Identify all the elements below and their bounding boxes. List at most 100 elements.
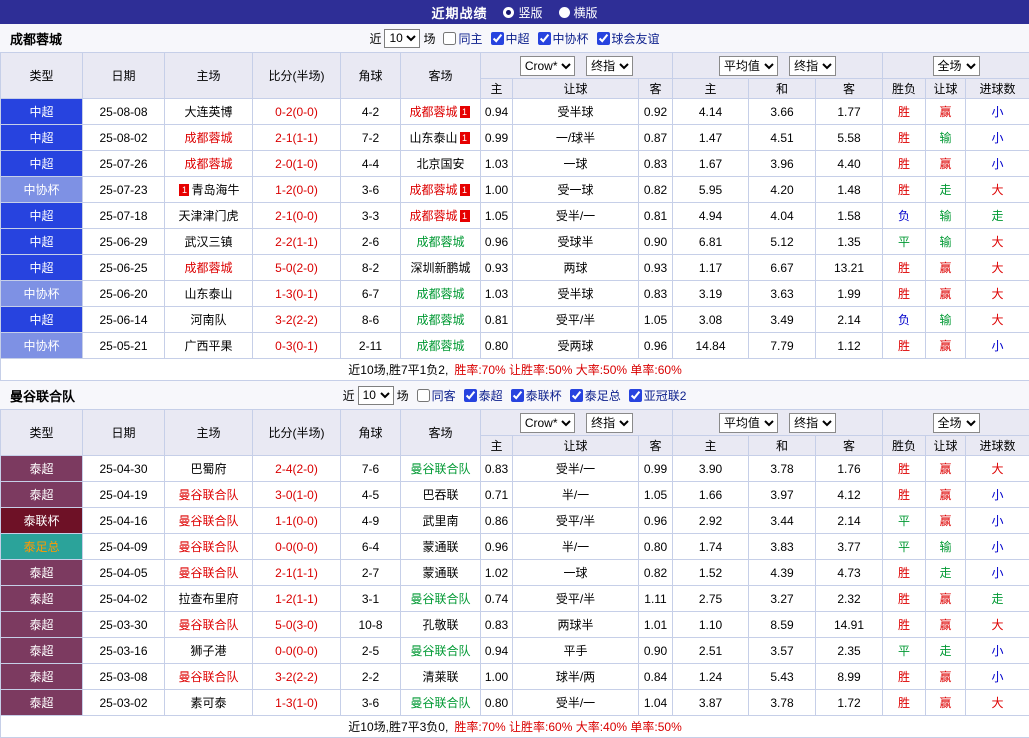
average-time-select[interactable]: 终指	[789, 413, 836, 433]
team-name[interactable]: 成都蓉城	[409, 105, 457, 119]
layout-option-vertical[interactable]: 竖版	[503, 4, 542, 21]
team-name[interactable]: 成都蓉城	[184, 157, 232, 171]
filter-checkbox[interactable]: 中超	[491, 30, 530, 47]
filter-checkbox[interactable]: 泰联杯	[511, 387, 562, 404]
team-name[interactable]: 成都蓉城	[416, 339, 464, 353]
match-date: 25-06-14	[83, 307, 165, 333]
column-header: 客场	[401, 410, 481, 456]
corners: 2-7	[341, 560, 401, 586]
team-name[interactable]: 成都蓉城	[416, 287, 464, 301]
average-select[interactable]: 平均值	[719, 56, 778, 76]
filter-checkbox-input[interactable]	[491, 32, 504, 45]
filter-checkbox-input[interactable]	[417, 389, 430, 402]
filter-checkbox-input[interactable]	[570, 389, 583, 402]
filter-checkbox[interactable]: 泰足总	[570, 387, 621, 404]
matches-label: 场	[397, 387, 409, 404]
radio-vertical-icon[interactable]	[503, 7, 514, 18]
filter-checkbox-input[interactable]	[464, 389, 477, 402]
filter-checkbox-input[interactable]	[511, 389, 524, 402]
team-name[interactable]: 山东泰山	[184, 287, 232, 301]
team-name[interactable]: 拉查布里府	[178, 592, 238, 606]
team-name[interactable]: 清莱联	[422, 670, 458, 684]
team-name[interactable]: 成都蓉城	[416, 235, 464, 249]
team-name[interactable]: 成都蓉城	[416, 313, 464, 327]
bookmaker-select[interactable]: Crow*	[520, 413, 575, 433]
team-name[interactable]: 成都蓉城	[409, 183, 457, 197]
average-group-header: 平均值 终指	[673, 53, 883, 79]
team-name[interactable]: 深圳新鹏城	[410, 261, 470, 275]
result-outcome: 胜	[883, 281, 926, 307]
team-name[interactable]: 青岛海牛	[191, 183, 239, 197]
team-name[interactable]: 曼谷联合队	[178, 514, 238, 528]
near-label: 近	[343, 387, 355, 404]
team-name[interactable]: 曼谷联合队	[410, 696, 470, 710]
layout-option-horizontal[interactable]: 横版	[559, 4, 598, 21]
team-name[interactable]: 山东泰山	[409, 131, 457, 145]
team-name[interactable]: 巴蜀府	[190, 462, 226, 476]
odds-away: 0.84	[639, 664, 673, 690]
odds-away: 1.05	[639, 307, 673, 333]
filter-checkbox[interactable]: 同主	[443, 30, 482, 47]
away-team-cell: 巴吞联	[401, 482, 481, 508]
team-name[interactable]: 成都蓉城	[184, 131, 232, 145]
period-select[interactable]: 全场	[933, 56, 980, 76]
result-goals: 走	[966, 203, 1029, 229]
page-title: 近期战绩	[431, 3, 487, 22]
team-name[interactable]: 巴吞联	[422, 488, 458, 502]
team-name[interactable]: 天津津门虎	[178, 209, 238, 223]
team-name[interactable]: 武里南	[422, 514, 458, 528]
radio-horizontal-icon[interactable]	[559, 7, 570, 18]
team-name[interactable]: 大连英博	[184, 105, 232, 119]
team-name[interactable]: 河南队	[190, 313, 226, 327]
odds-time-select[interactable]: 终指	[586, 56, 633, 76]
team-name[interactable]: 曼谷联合队	[178, 618, 238, 632]
period-select[interactable]: 全场	[933, 413, 980, 433]
team-name[interactable]: 蒙通联	[422, 540, 458, 554]
filter-checkbox[interactable]: 球会友谊	[597, 30, 660, 47]
match-count-select[interactable]: 10	[358, 386, 394, 405]
average-time-select[interactable]: 终指	[789, 56, 836, 76]
filter-label: 同客	[432, 387, 456, 404]
team-name[interactable]: 狮子港	[190, 644, 226, 658]
team-name[interactable]: 曼谷联合队	[178, 488, 238, 502]
filter-checkbox-input[interactable]	[597, 32, 610, 45]
result-handicap: 赢	[926, 664, 966, 690]
sub-column-header: 进球数	[966, 436, 1029, 456]
team-name[interactable]: 成都蓉城	[184, 261, 232, 275]
team-name[interactable]: 曼谷联合队	[178, 540, 238, 554]
filter-checkbox[interactable]: 中协杯	[538, 30, 589, 47]
league-type-badge: 中超	[1, 125, 83, 151]
corners: 7-2	[341, 125, 401, 151]
filter-checkbox-input[interactable]	[443, 32, 456, 45]
average-select[interactable]: 平均值	[719, 413, 778, 433]
team-name[interactable]: 素可泰	[190, 696, 226, 710]
filter-checkbox-input[interactable]	[538, 32, 551, 45]
odds-time-select[interactable]: 终指	[586, 413, 633, 433]
team-name[interactable]: 曼谷联合队	[410, 644, 470, 658]
team-name[interactable]: 曼谷联合队	[178, 566, 238, 580]
filter-checkbox[interactable]: 亚冠联2	[629, 387, 687, 404]
league-type-badge: 泰超	[1, 586, 83, 612]
team-name[interactable]: 曼谷联合队	[178, 670, 238, 684]
bookmaker-select[interactable]: Crow*	[520, 56, 575, 76]
team-name[interactable]: 曼谷联合队	[410, 592, 470, 606]
away-team-cell: 成都蓉城	[401, 307, 481, 333]
match-count-select[interactable]: 10	[384, 29, 420, 48]
team-name[interactable]: 曼谷联合队	[410, 462, 470, 476]
filter-controls: 近 10 场 同主中超中协杯球会友谊	[369, 29, 659, 48]
filter-checkbox[interactable]: 同客	[417, 387, 456, 404]
filter-checkbox-input[interactable]	[629, 389, 642, 402]
team-name[interactable]: 武汉三镇	[184, 235, 232, 249]
team-name[interactable]: 成都蓉城	[409, 209, 457, 223]
score-halftime: 1-2(0-0)	[253, 177, 341, 203]
team-name[interactable]: 北京国安	[416, 157, 464, 171]
team-name[interactable]: 孔敬联	[422, 618, 458, 632]
result-handicap: 走	[926, 638, 966, 664]
result-group-header: 全场	[883, 53, 1029, 79]
filter-checkbox[interactable]: 泰超	[464, 387, 503, 404]
odds-home: 0.83	[481, 612, 513, 638]
team-name[interactable]: 广西平果	[184, 339, 232, 353]
result-outcome: 胜	[883, 690, 926, 716]
team-name[interactable]: 蒙通联	[422, 566, 458, 580]
odds-away: 0.82	[639, 560, 673, 586]
